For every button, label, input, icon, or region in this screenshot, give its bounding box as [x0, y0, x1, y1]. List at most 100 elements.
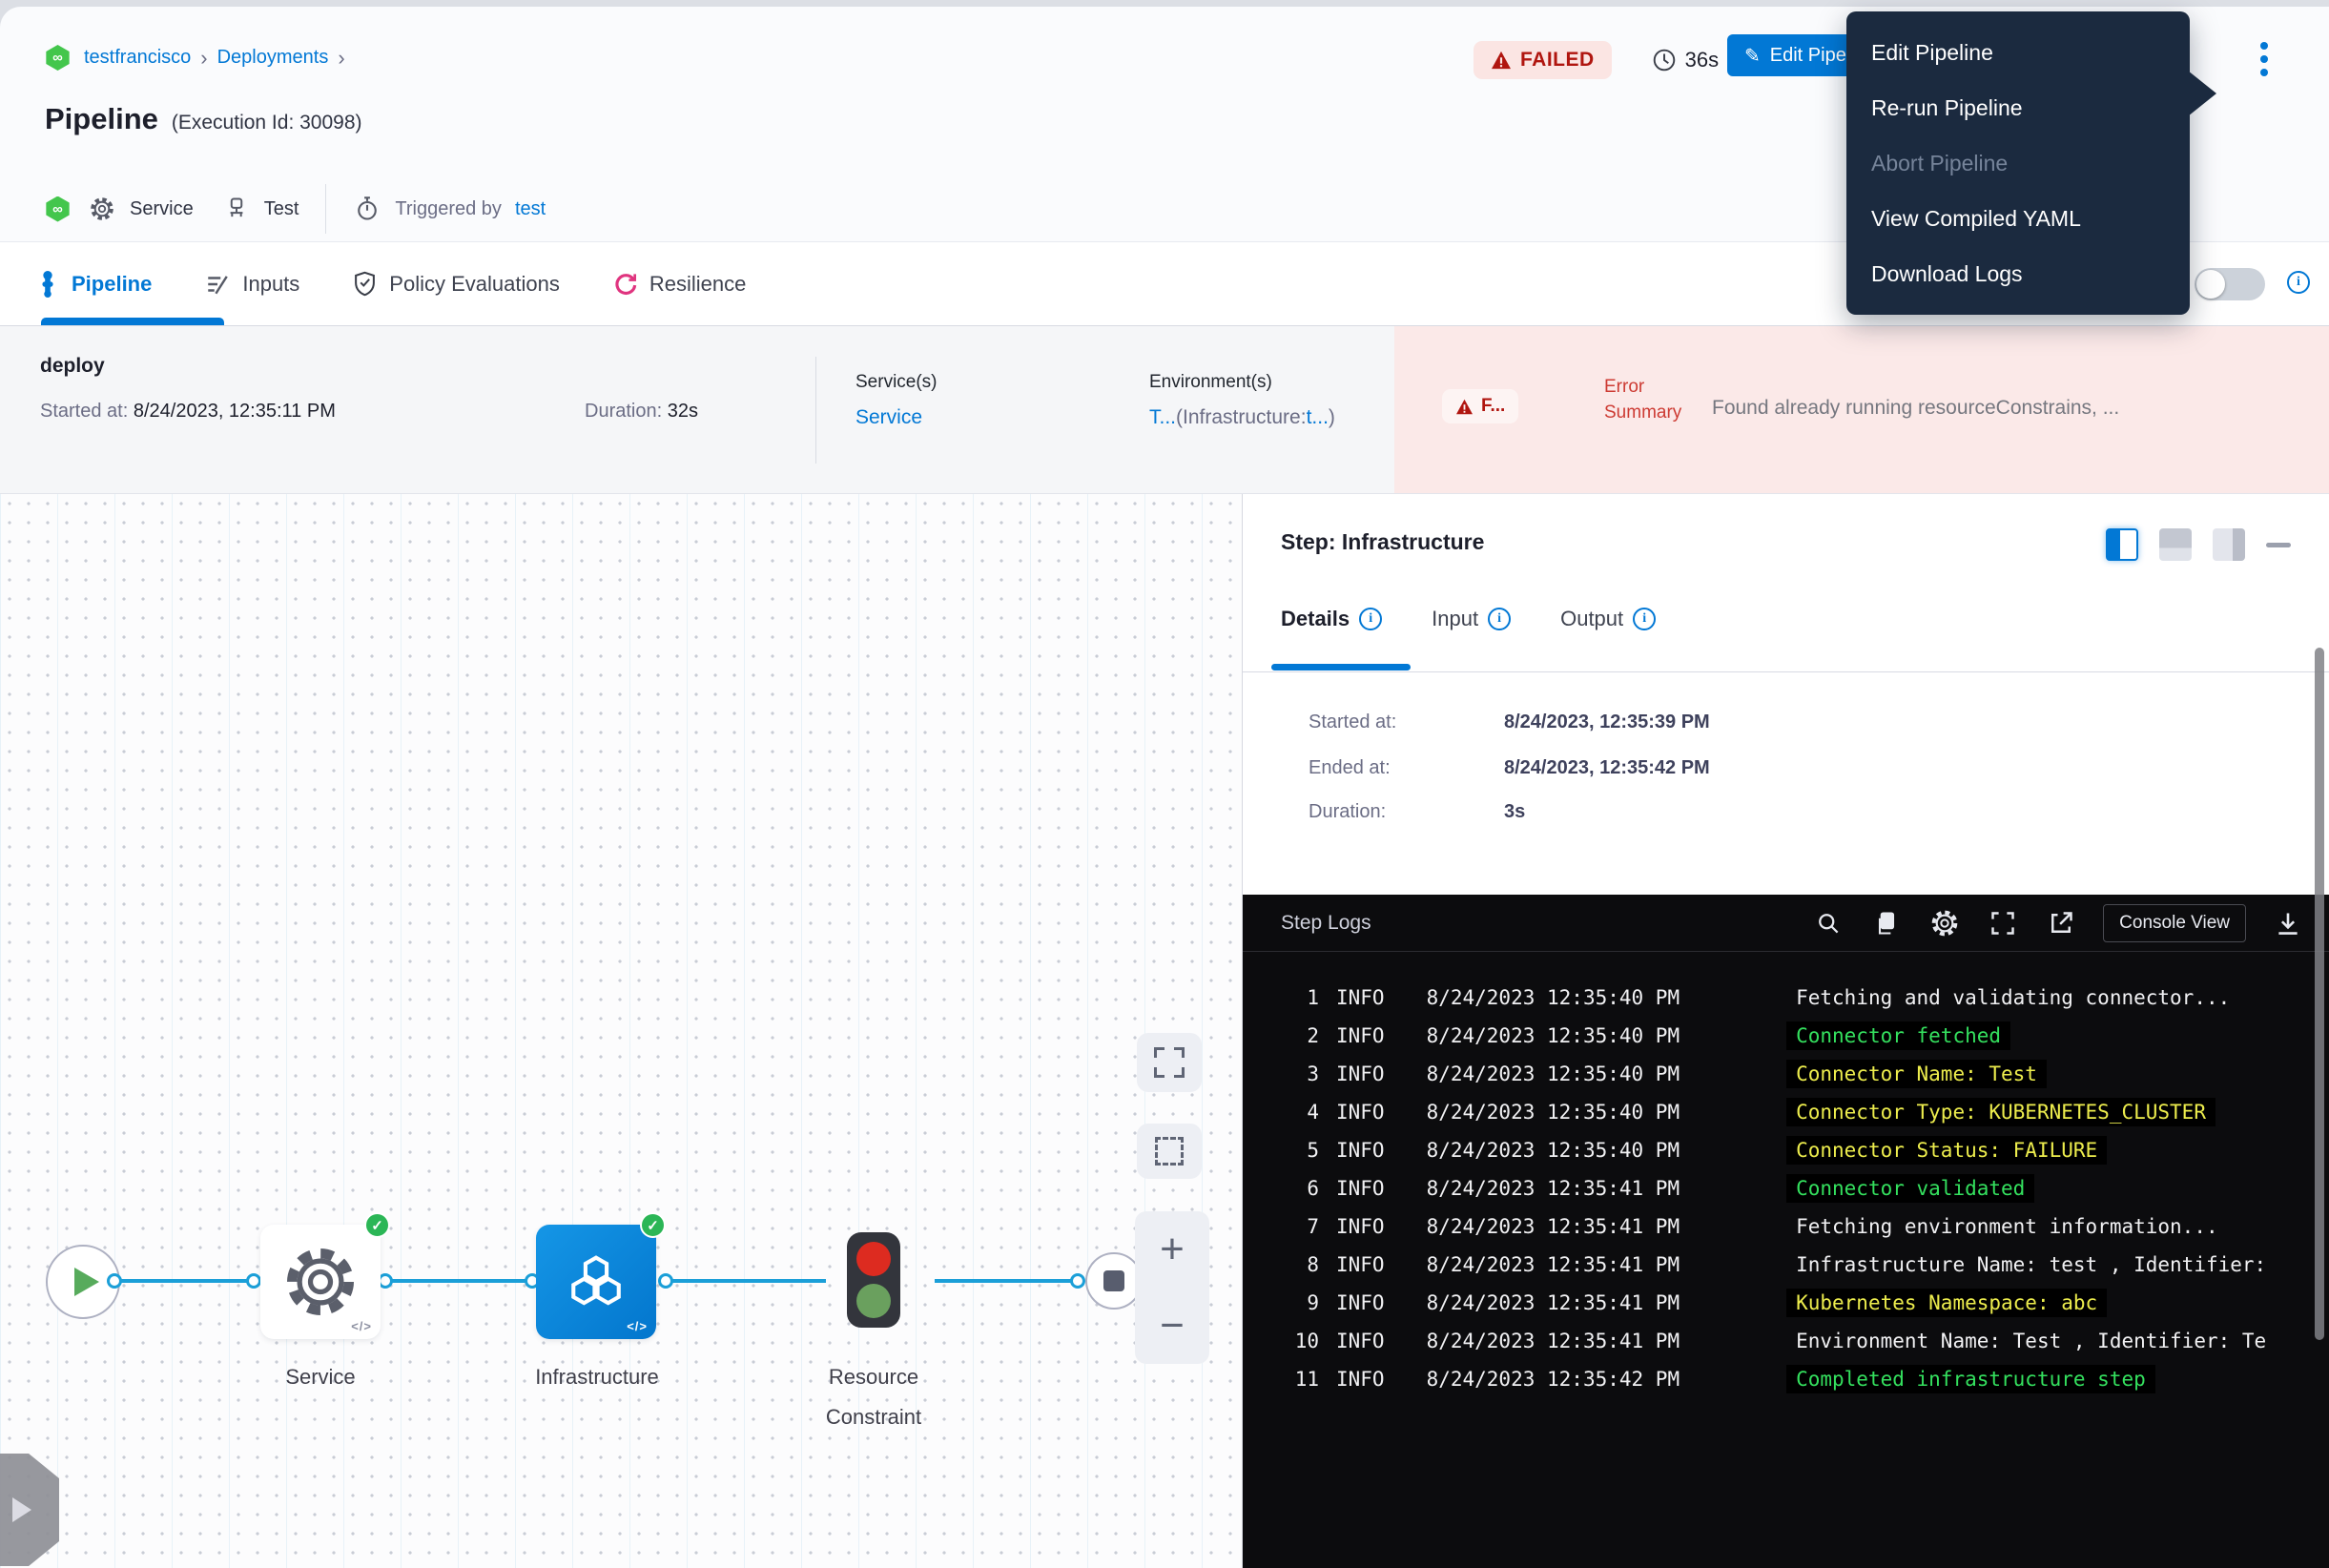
- tab-details[interactable]: Detailsi: [1281, 607, 1382, 631]
- pipeline-execution-page: ∞ testfrancisco › Deployments › Pipeline…: [0, 0, 2329, 1568]
- layout-bottom-icon[interactable]: [2159, 528, 2192, 561]
- pipeline-icon: [36, 271, 59, 298]
- triggered-by-label: Triggered by: [395, 198, 502, 220]
- breadcrumb-deployments-link[interactable]: Deployments: [217, 47, 329, 69]
- log-row: 1INFO8/24/2023 12:35:40 PMFetching and v…: [1243, 979, 2329, 1017]
- canvas-select-button[interactable]: [1137, 1124, 1202, 1179]
- meta-divider: [325, 184, 326, 234]
- menu-item-edit-pipeline[interactable]: Edit Pipeline: [1846, 25, 2190, 80]
- execution-meta-row: ∞ Service Test: [45, 184, 546, 234]
- status-badge: FAILED: [1474, 41, 1612, 79]
- zoom-in-button[interactable]: +: [1135, 1211, 1209, 1288]
- page-title: Pipeline: [45, 102, 158, 136]
- traffic-red-light: [856, 1242, 891, 1276]
- node-infrastructure[interactable]: ✓ </>: [536, 1225, 656, 1339]
- marquee-icon: [1155, 1137, 1184, 1166]
- menu-item-download-logs[interactable]: Download Logs: [1846, 246, 2190, 301]
- tab-pipeline[interactable]: Pipeline: [36, 271, 152, 298]
- active-tab-underline: [1271, 664, 1411, 671]
- info-icon[interactable]: i: [1633, 608, 1656, 630]
- node-service[interactable]: ✓ </>: [260, 1225, 381, 1339]
- code-icon: </>: [627, 1319, 648, 1333]
- log-lines[interactable]: 1INFO8/24/2023 12:35:40 PMFetching and v…: [1243, 979, 2329, 1398]
- node-resource-constraint[interactable]: [847, 1232, 900, 1328]
- gear-icon: [280, 1242, 361, 1322]
- environments-column: Environment(s) T...(Infrastructure:t...): [1149, 372, 1335, 429]
- code-icon: </>: [351, 1319, 372, 1333]
- tab-policy-evaluations[interactable]: Policy Evaluations: [353, 271, 560, 297]
- log-row: 4INFO8/24/2023 12:35:40 PMConnector Type…: [1243, 1093, 2329, 1131]
- open-in-new-icon[interactable]: [2045, 907, 2077, 939]
- edge-start-service: [114, 1279, 254, 1283]
- edge-service-infra: [385, 1279, 532, 1283]
- log-row: 7INFO8/24/2023 12:35:41 PMFetching envir…: [1243, 1207, 2329, 1246]
- layout-right-icon[interactable]: [2213, 528, 2245, 561]
- stage-name[interactable]: deploy: [40, 355, 105, 378]
- pencil-icon: ✎: [1744, 44, 1761, 68]
- step-panel-tabs: Detailsi Inputi Outputi: [1281, 607, 1656, 631]
- panel-layout-controls: [2106, 528, 2291, 561]
- pipeline-end-node[interactable]: [1085, 1252, 1143, 1310]
- menu-item-rerun-pipeline[interactable]: Re-run Pipeline: [1846, 80, 2190, 135]
- gear-icon[interactable]: [1928, 907, 1961, 939]
- edge-port: [107, 1273, 122, 1289]
- tab-resilience[interactable]: Resilience: [613, 272, 747, 297]
- tab-input[interactable]: Inputi: [1432, 607, 1511, 631]
- view-toggle-switch[interactable]: [2195, 268, 2265, 300]
- download-icon[interactable]: [2272, 907, 2304, 939]
- infrastructure-link[interactable]: t...: [1307, 406, 1329, 428]
- error-summary-message[interactable]: Found already running resourceConstrains…: [1712, 397, 2319, 420]
- shield-check-icon: [353, 271, 377, 297]
- info-icon[interactable]: i: [1359, 608, 1382, 630]
- header-status-cluster: FAILED 36s: [1474, 41, 1719, 79]
- log-row: 5INFO8/24/2023 12:35:40 PMConnector Stat…: [1243, 1131, 2329, 1169]
- breadcrumb-project-link[interactable]: testfrancisco: [84, 47, 191, 69]
- layout-split-icon[interactable]: [2106, 528, 2138, 561]
- resilience-icon: [613, 272, 637, 296]
- traffic-green-light: [856, 1284, 891, 1318]
- triggered-by-user-link[interactable]: test: [515, 198, 546, 220]
- tab-output[interactable]: Outputi: [1560, 607, 1656, 631]
- edge-port: [658, 1273, 673, 1289]
- log-row: 8INFO8/24/2023 12:35:41 PMInfrastructure…: [1243, 1246, 2329, 1284]
- menu-item-abort-pipeline[interactable]: Abort Pipeline: [1846, 135, 2190, 191]
- execution-id: (Execution Id: 30098): [172, 112, 362, 134]
- environment-name[interactable]: Test: [264, 198, 299, 220]
- fullscreen-icon[interactable]: [1987, 907, 2019, 939]
- stage-started-at: Started at: 8/24/2023, 12:35:11 PM: [40, 401, 336, 423]
- panel-scrollbar[interactable]: [2315, 648, 2324, 1340]
- hexagons-icon: [560, 1246, 632, 1318]
- search-icon[interactable]: [1812, 907, 1845, 939]
- service-name[interactable]: Service: [130, 198, 194, 220]
- detail-row-started: Started at:8/24/2023, 12:35:39 PM: [1309, 712, 1710, 733]
- clock-icon: [1652, 48, 1677, 72]
- step-panel-title: Step: Infrastructure: [1281, 529, 1484, 555]
- services-column: Service(s) Service: [855, 372, 938, 429]
- tabs-divider: [1243, 671, 2329, 672]
- service-link[interactable]: Service: [855, 406, 922, 428]
- environment-link[interactable]: T...: [1149, 406, 1176, 428]
- breadcrumb: ∞ testfrancisco › Deployments ›: [45, 45, 345, 71]
- info-icon[interactable]: i: [1488, 608, 1511, 630]
- copy-icon[interactable]: [1870, 907, 1903, 939]
- menu-item-view-compiled-yaml[interactable]: View Compiled YAML: [1846, 191, 2190, 246]
- canvas-fullscreen-button[interactable]: [1137, 1033, 1202, 1092]
- node-label-resource-constraint: Resource Constraint: [778, 1357, 969, 1437]
- edge-constraint-end: [935, 1279, 1078, 1283]
- log-row: 3INFO8/24/2023 12:35:40 PMConnector Name…: [1243, 1055, 2329, 1093]
- fullscreen-icon: [1154, 1047, 1185, 1078]
- pipeline-canvas[interactable]: ✓ </> ✓ </> Service Infrastructure Resou…: [0, 494, 1242, 1568]
- active-tab-underline: [41, 318, 224, 325]
- stage-duration: Duration: 32s: [585, 401, 698, 423]
- error-status-badge: F...: [1442, 389, 1518, 423]
- zoom-out-button[interactable]: −: [1135, 1288, 1209, 1364]
- step-detail-panel: Step: Infrastructure Detailsi Inputi Out…: [1242, 494, 2329, 1568]
- inputs-icon: [205, 272, 230, 297]
- minimize-icon[interactable]: [2266, 543, 2291, 547]
- info-icon[interactable]: i: [2287, 271, 2310, 294]
- canvas-zoom-panel: + −: [1135, 1211, 1209, 1364]
- kebab-menu-button[interactable]: [2247, 38, 2281, 80]
- tab-inputs[interactable]: Inputs: [205, 272, 299, 297]
- success-check-icon: ✓: [640, 1212, 666, 1238]
- console-view-button[interactable]: Console View: [2103, 904, 2246, 942]
